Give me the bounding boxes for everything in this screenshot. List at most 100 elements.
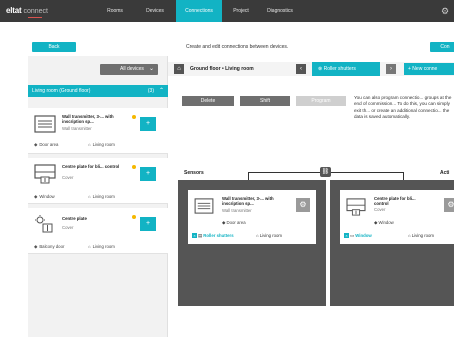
gear-icon[interactable]: ⚙ xyxy=(296,198,310,212)
tab-connections[interactable]: Connections xyxy=(176,0,222,22)
device-room: ⌂ Living room xyxy=(88,194,115,199)
chevron-down-icon: ⌄ xyxy=(148,66,154,72)
selected-group-label: Roller shutters xyxy=(323,66,356,72)
sensors-panel: Wall transmitter, 3-... with inscription… xyxy=(178,180,326,306)
back-button[interactable]: Back xyxy=(32,42,76,52)
selected-group-pill[interactable]: ⊗ Roller shutters xyxy=(312,62,380,76)
tab-devices[interactable]: Devices xyxy=(136,0,174,22)
device-location-label: Balcony door xyxy=(39,244,65,249)
device-title: Centre plate for bli... control xyxy=(62,164,120,169)
sensor-card-location: ◆ Door area xyxy=(222,220,246,226)
device-location: ◆ Door area xyxy=(34,142,58,148)
actuator-card-group-link[interactable]: Window xyxy=(355,233,371,238)
tag-icon: ◆ xyxy=(34,142,38,147)
device-list-panel: All devices ⌄ Living room (Ground floor)… xyxy=(28,56,168,337)
add-device-button[interactable]: + xyxy=(140,217,156,231)
device-type: Cover xyxy=(62,225,74,230)
connector-line xyxy=(331,172,403,173)
actuator-card-room: ⌂ Living room xyxy=(408,233,434,238)
delete-button[interactable]: Delete xyxy=(182,96,234,106)
chevron-left-icon[interactable]: ‹ xyxy=(296,64,306,74)
centre-plate-icon xyxy=(34,214,56,233)
sensor-card-group-link[interactable]: Roller shutters xyxy=(203,233,233,238)
home-icon: ⌂ xyxy=(88,142,91,147)
tab-diagnostics[interactable]: Diagnostics xyxy=(260,0,300,22)
sensors-label: Sensors xyxy=(184,170,204,176)
link-icon[interactable]: ⛓ xyxy=(320,167,331,177)
breadcrumb-text: Ground floor • Living room xyxy=(190,66,254,72)
add-device-button[interactable]: + xyxy=(140,167,156,181)
device-room-label: Living room xyxy=(92,142,115,147)
add-device-button[interactable]: + xyxy=(140,117,156,131)
actuator-card-location-label: Window xyxy=(378,220,394,225)
actuator-card-location: ◆ Window xyxy=(374,220,394,226)
device-type: Wall transmitter xyxy=(62,126,92,131)
breadcrumb: ⌂ Ground floor • Living room ‹ ⊗ Roller … xyxy=(168,62,454,76)
program-button[interactable]: Program xyxy=(296,96,346,106)
wall-transmitter-icon xyxy=(34,115,56,133)
chevron-right-icon[interactable]: › xyxy=(386,64,396,74)
shift-button[interactable]: Shift xyxy=(240,96,290,106)
page-description: Create and edit connections between devi… xyxy=(186,44,289,50)
connect-button[interactable]: Con xyxy=(430,42,454,52)
tab-rooms[interactable]: Rooms xyxy=(98,0,132,22)
device-filter-select[interactable]: All devices ⌄ xyxy=(100,64,158,75)
device-location: ◆ Balcony door xyxy=(34,244,64,250)
gear-icon[interactable]: ⚙ xyxy=(444,198,454,212)
status-dot xyxy=(132,165,136,169)
logo-accent-strip xyxy=(28,17,42,18)
tag-icon: ◆ xyxy=(34,194,38,199)
tag-icon: ◆ xyxy=(34,244,38,249)
device-card[interactable]: Centre plate Cover + ◆ Balcony door ⌂ Livi… xyxy=(28,208,168,254)
actuators-panel: Centre plate for bli... control Cover ⚙ … xyxy=(330,180,454,306)
device-title: Centre plate xyxy=(62,216,87,221)
device-filter-value: All devices xyxy=(120,66,144,72)
new-connection-button[interactable]: + New conne xyxy=(404,63,454,75)
actuator-card-title: Centre plate for bli... control xyxy=(374,196,416,206)
info-text: You can also program connectio... groups… xyxy=(354,95,452,120)
gear-icon[interactable]: ⚙ xyxy=(440,6,450,16)
device-room-label: Living room xyxy=(92,244,115,249)
cover-icon xyxy=(34,164,56,184)
device-room-label: Living room xyxy=(92,194,115,199)
actuator-card-type: Cover xyxy=(374,207,386,212)
device-card[interactable]: Centre plate for bli... control Cover + … xyxy=(28,158,168,204)
status-dot xyxy=(132,215,136,219)
sensor-card-type: Wall transmitter xyxy=(222,208,252,213)
sensor-card-title: Wall transmitter, 3-... with inscription… xyxy=(222,196,274,206)
sensor-card-room-label: Living room xyxy=(259,233,283,238)
device-title: Wall transmitter, 3-... with inscription… xyxy=(62,114,114,124)
home-icon: ⌂ xyxy=(88,244,91,249)
app-logo[interactable]: eltat connect xyxy=(6,6,48,16)
remove-icon[interactable]: × xyxy=(344,233,349,239)
home-icon[interactable]: ⌂ xyxy=(174,64,184,74)
room-device-count: (3) xyxy=(147,88,154,94)
sensor-card-room: ⌂ Living room xyxy=(256,233,282,238)
chevron-up-icon[interactable]: ⌃ xyxy=(159,85,164,97)
connector-line xyxy=(248,172,320,173)
remove-icon[interactable]: × xyxy=(192,233,197,239)
actuators-label: Acti xyxy=(440,170,450,176)
actuator-card-footer: × ▭ Window xyxy=(344,233,372,239)
tab-project[interactable]: Project xyxy=(224,0,258,22)
device-location: ◆ Window xyxy=(34,194,55,200)
device-type: Cover xyxy=(62,175,74,180)
device-location-label: Window xyxy=(39,194,55,199)
sensor-card-footer: × ▤ Roller shutters xyxy=(192,233,234,239)
top-navigation-bar: eltat connect Rooms Devices Connections … xyxy=(0,0,454,22)
device-location-label: Door area xyxy=(39,142,59,147)
sensor-card[interactable]: Wall transmitter, 3-... with inscription… xyxy=(188,190,316,244)
actuator-card-room-label: Living room xyxy=(411,233,435,238)
room-group-header[interactable]: Living room (Ground floor) (3) ⌃ xyxy=(28,85,168,97)
status-dot xyxy=(132,115,136,119)
actuator-card[interactable]: Centre plate for bli... control Cover ⚙ … xyxy=(340,190,454,244)
logo-sub-text: connect xyxy=(23,8,48,15)
logo-main-text: eltat xyxy=(6,6,22,15)
cover-icon xyxy=(346,198,366,218)
home-icon: ⌂ xyxy=(88,194,91,199)
sensor-card-location-label: Door area xyxy=(226,220,246,225)
device-room: ⌂ Living room xyxy=(88,142,115,147)
sub-header-bar: Back Create and edit connections between… xyxy=(0,22,454,56)
device-card[interactable]: Wall transmitter, 3-... with inscription… xyxy=(28,108,168,154)
device-room: ⌂ Living room xyxy=(88,244,115,249)
